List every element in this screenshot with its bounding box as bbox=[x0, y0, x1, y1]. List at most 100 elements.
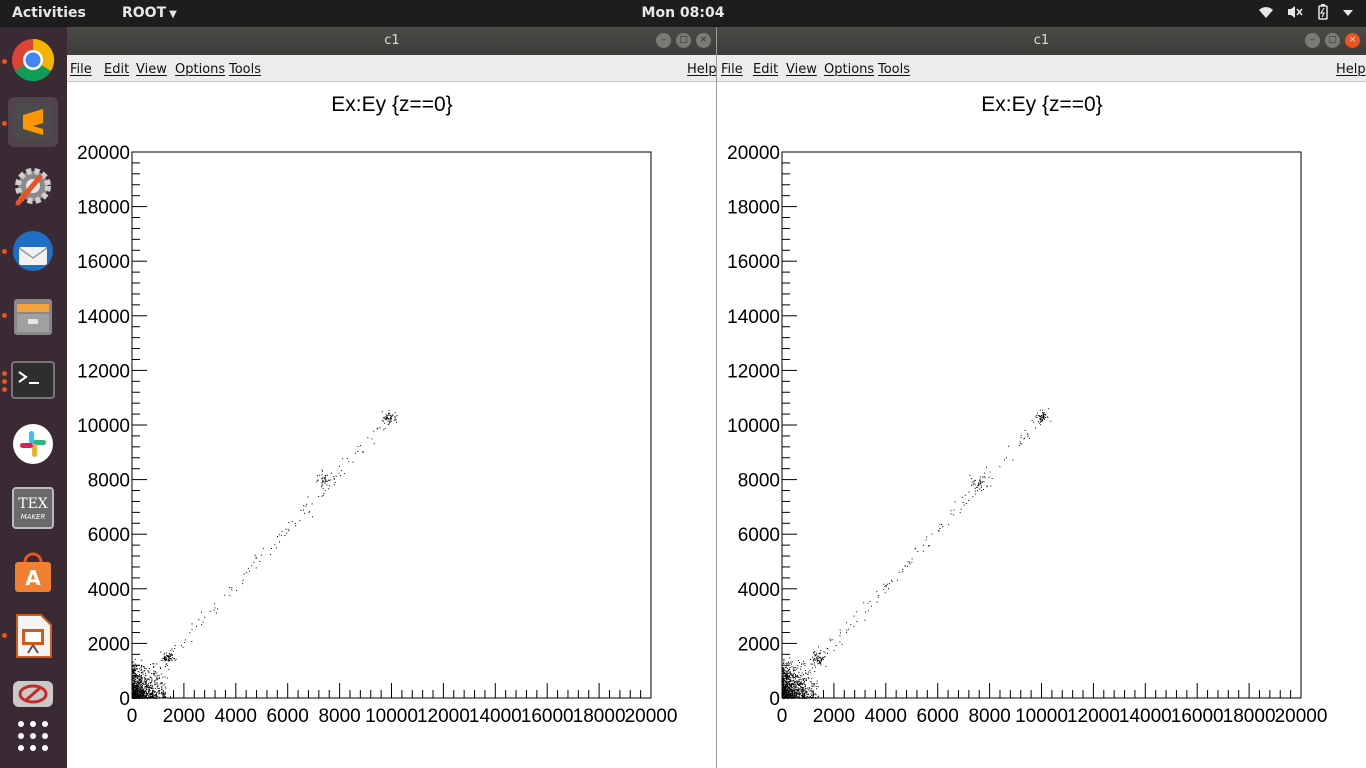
menu-options[interactable]: Options bbox=[824, 62, 874, 77]
activities-button[interactable]: Activities bbox=[12, 5, 86, 21]
data-point bbox=[810, 689, 812, 691]
data-point bbox=[1038, 415, 1040, 417]
system-menu-caret-icon[interactable] bbox=[1342, 4, 1354, 20]
menu-help[interactable]: Help bbox=[687, 62, 717, 77]
data-point bbox=[139, 674, 140, 676]
data-point bbox=[939, 523, 941, 525]
data-point bbox=[168, 653, 170, 655]
data-point bbox=[259, 560, 261, 562]
scatter-points bbox=[132, 410, 398, 699]
window-title: c1 bbox=[384, 33, 400, 48]
system-tray[interactable] bbox=[1258, 4, 1354, 20]
data-point bbox=[138, 671, 140, 673]
data-point bbox=[143, 688, 145, 690]
menu-file[interactable]: File bbox=[70, 62, 92, 77]
clock[interactable]: Mon 08:04 bbox=[642, 5, 725, 21]
data-point bbox=[154, 687, 156, 689]
close-button[interactable]: × bbox=[1345, 33, 1360, 48]
data-point bbox=[783, 663, 785, 665]
impress-icon[interactable] bbox=[8, 611, 58, 661]
minimize-button[interactable]: – bbox=[656, 33, 671, 48]
terminal-icon[interactable] bbox=[8, 355, 58, 405]
show-apps-icon[interactable] bbox=[8, 711, 58, 761]
data-point bbox=[308, 510, 310, 512]
data-point bbox=[163, 693, 165, 695]
sublime-text-icon[interactable] bbox=[8, 97, 58, 147]
data-point bbox=[139, 694, 140, 696]
data-point bbox=[979, 488, 981, 490]
menu-tools[interactable]: Tools bbox=[229, 62, 261, 77]
data-point bbox=[804, 681, 805, 682]
menu-file[interactable]: File bbox=[721, 62, 743, 77]
data-point bbox=[799, 681, 801, 683]
close-button[interactable]: × bbox=[696, 33, 711, 48]
data-point bbox=[796, 695, 797, 697]
data-point bbox=[141, 691, 143, 693]
system-settings-icon[interactable] bbox=[8, 161, 58, 211]
data-point bbox=[800, 668, 801, 670]
data-point bbox=[145, 674, 147, 676]
data-point bbox=[139, 690, 141, 692]
data-point bbox=[163, 653, 165, 655]
plot-canvas[interactable]: 0 2000 4000 6000 8000 10000 12000 14000 16000 180… bbox=[67, 83, 717, 768]
data-point bbox=[371, 438, 373, 440]
app-menu-button[interactable]: ROOT ▼ bbox=[122, 5, 177, 21]
data-point bbox=[817, 697, 819, 699]
data-point bbox=[139, 678, 141, 680]
data-point bbox=[810, 681, 812, 683]
minimize-button[interactable]: – bbox=[1305, 33, 1320, 48]
maximize-button[interactable]: □ bbox=[1325, 33, 1340, 48]
menu-tools[interactable]: Tools bbox=[878, 62, 910, 77]
data-point bbox=[812, 697, 814, 699]
data-point bbox=[154, 673, 156, 674]
menu-help[interactable]: Help bbox=[1336, 62, 1366, 77]
menu-view[interactable]: View bbox=[786, 62, 817, 77]
data-point bbox=[833, 650, 835, 652]
root-canvas-window[interactable]: c1 – □ × File Edit View Options Tools He… bbox=[716, 27, 1366, 768]
data-point bbox=[145, 678, 147, 680]
menu-edit[interactable]: Edit bbox=[104, 62, 129, 77]
thunderbird-icon[interactable] bbox=[8, 227, 58, 277]
files-icon[interactable] bbox=[8, 291, 58, 341]
data-point bbox=[982, 476, 984, 478]
data-point bbox=[790, 672, 792, 674]
maximize-button[interactable]: □ bbox=[676, 33, 691, 48]
data-point bbox=[814, 658, 815, 660]
slack-icon[interactable] bbox=[8, 419, 58, 469]
root-canvas-window[interactable]: c1 – □ × File Edit View Options Tools He… bbox=[67, 27, 717, 768]
data-point bbox=[136, 691, 138, 693]
data-point bbox=[818, 646, 819, 648]
menu-view[interactable]: View bbox=[136, 62, 167, 77]
volume-muted-icon[interactable] bbox=[1286, 4, 1304, 20]
data-point bbox=[136, 677, 138, 679]
menu-edit[interactable]: Edit bbox=[753, 62, 778, 77]
data-point bbox=[1042, 416, 1044, 418]
data-point bbox=[798, 688, 800, 690]
data-point bbox=[160, 667, 162, 669]
data-point bbox=[801, 663, 803, 665]
data-point bbox=[253, 561, 255, 563]
data-point bbox=[803, 679, 805, 681]
data-point bbox=[189, 632, 191, 634]
title-bar[interactable]: c1 – □ × bbox=[67, 27, 717, 55]
wifi-icon[interactable] bbox=[1258, 4, 1274, 20]
chrome-icon[interactable] bbox=[8, 35, 58, 85]
data-point bbox=[134, 678, 136, 680]
data-point bbox=[815, 659, 817, 661]
title-bar[interactable]: c1 – □ × bbox=[717, 27, 1366, 55]
data-point bbox=[811, 695, 813, 696]
data-point bbox=[327, 488, 329, 490]
menu-options[interactable]: Options bbox=[175, 62, 225, 77]
data-point bbox=[795, 687, 797, 689]
texmaker-icon[interactable]: TEX MAKER bbox=[8, 483, 58, 533]
data-point bbox=[214, 607, 216, 609]
data-point bbox=[822, 657, 824, 659]
ubuntu-software-icon[interactable]: A bbox=[8, 547, 58, 597]
data-point bbox=[394, 411, 396, 413]
data-point bbox=[939, 528, 941, 530]
plot-canvas[interactable]: 0 2000 4000 6000 8000 10000 12000 14000 16000 180… bbox=[717, 83, 1366, 768]
data-point bbox=[204, 616, 206, 618]
data-point bbox=[804, 689, 806, 691]
battery-icon[interactable] bbox=[1316, 4, 1330, 20]
data-point bbox=[906, 565, 908, 567]
